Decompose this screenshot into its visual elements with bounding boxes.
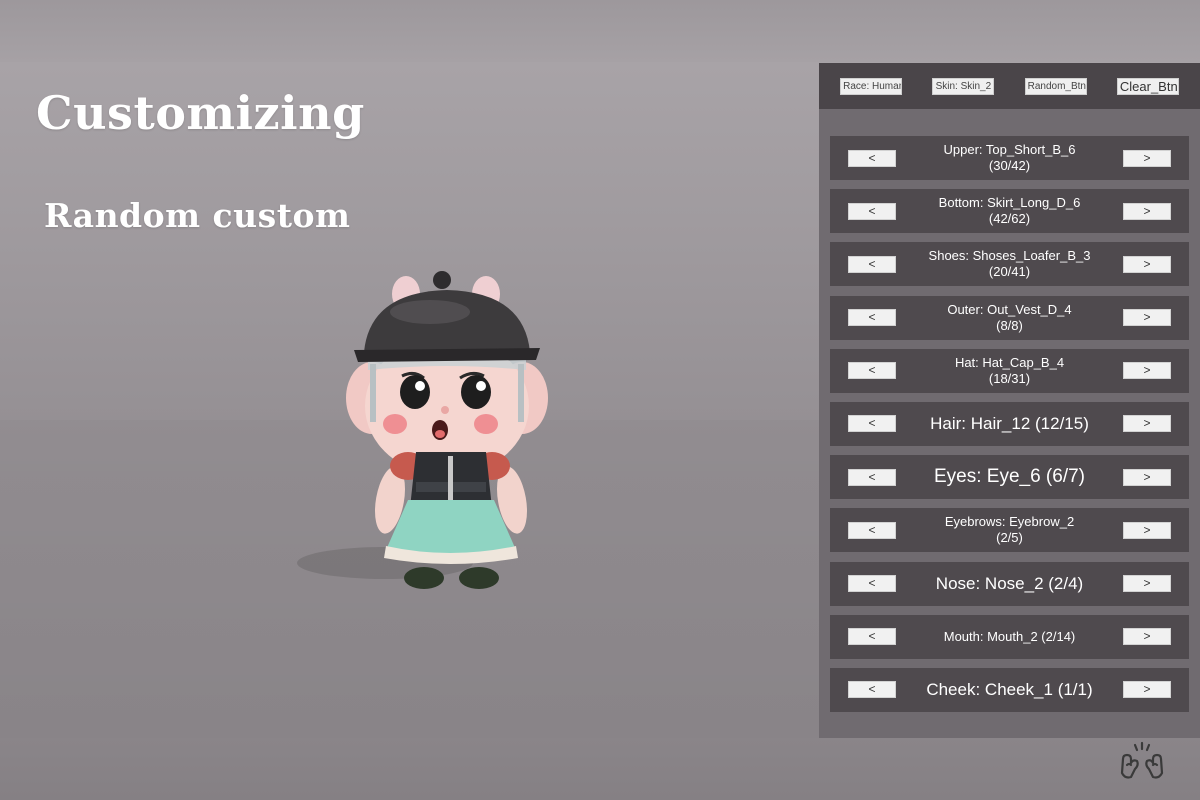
cheek-next-button[interactable]: > [1123,681,1171,699]
eyebrows-count: (2/5) [996,530,1023,546]
eyebrows-label: Eyebrows: Eyebrow_2 (2/5) [896,514,1123,546]
shoes-label: Shoes: Shoses_Loafer_B_3 (20/41) [896,248,1123,280]
row-eyes: < Eyes: Eye_6 (6/7) > [830,455,1189,500]
upper-next-button[interactable]: > [1123,149,1171,167]
upper-prev-button[interactable]: < [848,149,896,167]
skin-button[interactable]: Skin: Skin_2 [932,77,995,95]
shoes-prev-button[interactable]: < [848,255,896,273]
hat-next-button[interactable]: > [1123,362,1171,380]
nose-prev-button[interactable]: < [848,575,896,592]
cheek-label: Cheek: Cheek_1 (1/1) [926,679,1093,699]
outer-count: (8/8) [996,317,1023,333]
option-rows: < Upper: Top_Short_B_6 (30/42) > < Botto… [830,136,1189,721]
row-hair: < Hair: Hair_12 (12/15) > [830,401,1189,446]
row-eyebrows: < Eyebrows: Eyebrow_2 (2/5) > [830,508,1189,553]
page-subtitle: Random custom [44,196,351,235]
bottom-next-button[interactable]: > [1123,202,1171,220]
customization-panel: Race: Human Skin: Skin_2 Random_Btn Clea… [819,63,1200,738]
random-button[interactable]: Random_Btn [1024,77,1087,95]
hair-next-button[interactable]: > [1123,415,1171,433]
scene-top-strip [0,0,1200,62]
nose-next-button[interactable]: > [1123,575,1171,592]
outer-label: Outer: Out_Vest_D_4 (8/8) [896,302,1123,334]
eyebrows-next-button[interactable]: > [1123,521,1171,539]
page-title: Customizing [36,86,365,140]
bottom-count: (42/62) [988,211,1031,227]
mouth-prev-button[interactable]: < [848,628,896,646]
nose-label: Nose: Nose_2 (2/4) [935,573,1084,593]
outer-value: Outer: Out_Vest_D_4 [947,301,1072,317]
bottom-label: Bottom: Skirt_Long_D_6 (42/62) [896,195,1123,227]
eyebrows-prev-button[interactable]: < [848,521,896,539]
row-nose: < Nose: Nose_2 (2/4) > [830,561,1189,606]
mouth-next-button[interactable]: > [1123,628,1171,646]
eyes-next-button[interactable]: > [1123,468,1171,486]
bottom-prev-button[interactable]: < [848,202,896,220]
hat-value: Hat: Hat_Cap_B_4 [954,354,1065,370]
cheek-prev-button[interactable]: < [848,681,896,699]
eyebrows-value: Eyebrows: Eyebrow_2 [944,514,1075,530]
eyes-prev-button[interactable]: < [848,468,896,486]
row-mouth: < Mouth: Mouth_2 (2/14) > [830,614,1189,659]
row-outer: < Outer: Out_Vest_D_4 (8/8) > [830,295,1189,340]
upper-count: (30/42) [988,158,1031,173]
upper-value: Upper: Top_Short_B_6 [943,142,1076,157]
hat-count: (18/31) [988,370,1031,386]
shoes-value: Shoes: Shoses_Loafer_B_3 [928,248,1091,264]
panel-toolbar: Race: Human Skin: Skin_2 Random_Btn Clea… [819,63,1200,109]
hat-label: Hat: Hat_Cap_B_4 (18/31) [896,355,1123,387]
shoes-next-button[interactable]: > [1123,255,1171,273]
row-bottom: < Bottom: Skirt_Long_D_6 (42/62) > [830,189,1189,234]
clear-button[interactable]: Clear_Btn [1116,77,1179,95]
hat-prev-button[interactable]: < [848,362,896,380]
outer-next-button[interactable]: > [1123,309,1171,327]
character-preview [290,268,550,598]
scene-bottom-strip [0,738,1200,800]
outer-prev-button[interactable]: < [848,309,896,327]
row-upper: < Upper: Top_Short_B_6 (30/42) > [830,136,1189,180]
hair-prev-button[interactable]: < [848,415,896,433]
hair-label: Hair: Hair_12 (12/15) [930,413,1089,433]
upper-label: Upper: Top_Short_B_6 (30/42) [896,142,1123,174]
eyes-label: Eyes: Eye_6 (6/7) [933,466,1086,488]
mouth-label: Mouth: Mouth_2 (2/14) [943,628,1076,644]
bottom-value: Bottom: Skirt_Long_D_6 [938,195,1081,211]
hands-icon [1117,741,1167,783]
row-cheek: < Cheek: Cheek_1 (1/1) > [830,667,1189,712]
row-shoes: < Shoes: Shoses_Loafer_B_3 (20/41) > [830,242,1189,287]
shoes-count: (20/41) [988,264,1031,280]
row-hat: < Hat: Hat_Cap_B_4 (18/31) > [830,348,1189,393]
race-button[interactable]: Race: Human [840,77,903,95]
